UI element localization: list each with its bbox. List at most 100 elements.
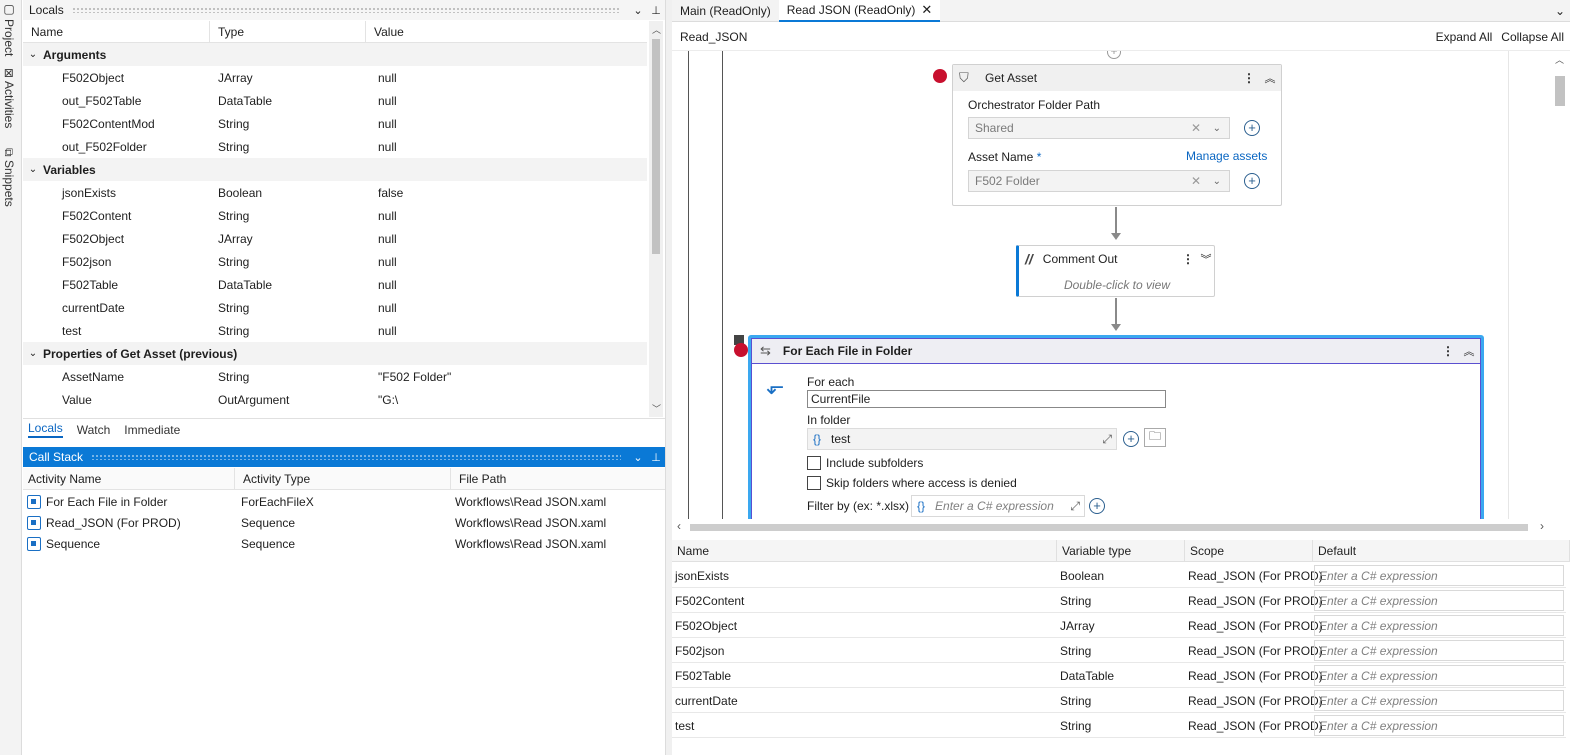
- variable-row[interactable]: jsonExists Boolean Read_JSON (For PROD) Ent…: [672, 563, 1566, 588]
- col-file-path[interactable]: File Path: [451, 468, 665, 489]
- tab-main[interactable]: Main (ReadOnly): [672, 0, 779, 22]
- expand-editor-icon[interactable]: ⤢: [1102, 432, 1112, 447]
- skip-denied-checkbox[interactable]: [807, 476, 821, 490]
- more-options-icon[interactable]: ⋮: [1179, 252, 1197, 266]
- collapse-icon[interactable]: ︽: [1458, 343, 1480, 359]
- scroll-left-icon[interactable]: ‹: [677, 519, 681, 533]
- close-icon[interactable]: ✕: [921, 2, 932, 18]
- pin-icon[interactable]: ⊥: [647, 451, 665, 464]
- tab-project[interactable]: ▢ Project: [2, 2, 16, 56]
- var-default-field[interactable]: Enter a C# expression: [1314, 690, 1564, 711]
- breakpoint-icon[interactable]: [734, 343, 748, 357]
- collapse-all-button[interactable]: Collapse All: [1501, 30, 1564, 44]
- variable-row[interactable]: F502json String Read_JSON (For PROD) Enter …: [672, 638, 1566, 663]
- more-options-icon[interactable]: ⋮: [1239, 71, 1259, 85]
- add-icon[interactable]: +: [1244, 173, 1260, 189]
- tab-read-json[interactable]: Read JSON (ReadOnly) ✕: [778, 0, 941, 22]
- chevron-down-icon[interactable]: ⌄: [23, 348, 43, 359]
- scroll-down-icon[interactable]: ﹀: [652, 402, 661, 415]
- locals-group[interactable]: ⌄ Variables: [23, 158, 647, 181]
- scroll-right-icon[interactable]: ›: [1540, 519, 1544, 533]
- variable-row[interactable]: currentDate String Read_JSON (For PROD) Ent…: [672, 688, 1566, 713]
- variable-row[interactable]: F502Object JArray Read_JSON (For PROD) Ente…: [672, 613, 1566, 638]
- locals-row[interactable]: jsonExists Boolean false: [23, 181, 647, 204]
- add-icon[interactable]: +: [1123, 431, 1139, 447]
- locals-row[interactable]: F502Content String null: [23, 204, 647, 227]
- locals-row[interactable]: F502Object JArray null: [23, 227, 647, 250]
- breakpoint-icon[interactable]: [933, 69, 947, 83]
- add-icon[interactable]: +: [1244, 120, 1260, 136]
- locals-row[interactable]: F502Object JArray null: [23, 66, 647, 89]
- canvas-vscrollbar[interactable]: ︿: [1552, 51, 1568, 519]
- pin-icon[interactable]: ⊥: [647, 4, 665, 17]
- col-type[interactable]: Type: [210, 21, 366, 42]
- var-col-type[interactable]: Variable type: [1057, 540, 1185, 562]
- include-subfolders-checkbox[interactable]: [807, 456, 821, 470]
- callstack-row[interactable]: For Each File in Folder ForEachFileX Workf…: [23, 491, 665, 512]
- locals-scrollbar[interactable]: ︿ ﹀: [649, 21, 663, 417]
- variable-row[interactable]: F502Content String Read_JSON (For PROD) Ent…: [672, 588, 1566, 613]
- chevron-down-icon[interactable]: ⌄: [629, 4, 647, 17]
- var-default-field[interactable]: Enter a C# expression: [1314, 590, 1564, 611]
- get-asset-activity[interactable]: ⛉ Get Asset ⋮ ︽ Orchestrator Folder Path…: [952, 64, 1282, 206]
- locals-group[interactable]: ⌄ Properties of Get Asset (previous): [23, 342, 647, 365]
- breadcrumb-item[interactable]: Read_JSON: [680, 30, 747, 44]
- comment-out-activity[interactable]: // Comment Out ⋮ ︾ Double-click to view: [1016, 245, 1215, 297]
- col-name[interactable]: Name: [23, 21, 210, 42]
- workflow-canvas[interactable]: + ⛉ Get Asset ⋮ ︽ Orchestrator Folder Pa…: [672, 51, 1570, 519]
- var-default-field[interactable]: Enter a C# expression: [1314, 715, 1564, 736]
- browse-folder-button[interactable]: 🗀: [1144, 428, 1166, 447]
- foreach-file-activity[interactable]: ⇆ For Each File in Folder ⋮ ︽ ⬐ For each…: [748, 335, 1484, 519]
- chevron-down-icon[interactable]: ⌄: [23, 164, 43, 175]
- manage-assets-link[interactable]: Manage assets: [1186, 149, 1267, 163]
- scroll-up-icon[interactable]: ︿: [652, 23, 661, 36]
- locals-row[interactable]: F502json String null: [23, 250, 647, 273]
- locals-row[interactable]: out_F502Table DataTable null: [23, 89, 647, 112]
- col-activity-type[interactable]: Activity Type: [235, 468, 451, 489]
- filter-field[interactable]: {} Enter a C# expression ⤢: [911, 495, 1085, 517]
- callstack-row[interactable]: Sequence Sequence Workflows\Read JSON.xaml: [23, 533, 665, 554]
- chevron-down-icon[interactable]: ⌄: [1213, 176, 1221, 187]
- col-activity-name[interactable]: Activity Name: [23, 468, 235, 489]
- more-options-icon[interactable]: ⋮: [1438, 344, 1458, 358]
- var-col-default[interactable]: Default: [1313, 540, 1570, 562]
- splitter[interactable]: [665, 0, 672, 755]
- expand-editor-icon[interactable]: ⤢: [1070, 499, 1080, 514]
- chevron-down-icon[interactable]: ⌄: [1550, 4, 1570, 18]
- folder-path-field[interactable]: Shared ✕ ⌄: [968, 117, 1230, 139]
- tab-locals[interactable]: Locals: [28, 421, 63, 438]
- add-activity-icon[interactable]: +: [1107, 51, 1121, 59]
- var-default-field[interactable]: Enter a C# expression: [1314, 640, 1564, 661]
- callstack-row[interactable]: Read_JSON (For PROD) Sequence Workflows\Re…: [23, 512, 665, 533]
- clear-icon[interactable]: ✕: [1191, 174, 1201, 188]
- locals-row[interactable]: out_F502Folder String null: [23, 135, 647, 158]
- locals-row[interactable]: test String null: [23, 319, 647, 342]
- locals-row[interactable]: AssetName String "F502 Folder": [23, 365, 647, 388]
- in-folder-field[interactable]: {} test ⤢: [807, 428, 1117, 450]
- locals-row[interactable]: F502ContentMod String null: [23, 112, 647, 135]
- tab-snippets[interactable]: ⧉ Snippets: [2, 148, 16, 206]
- asset-name-field[interactable]: F502 Folder ✕ ⌄: [968, 170, 1230, 192]
- locals-group[interactable]: ⌄ Arguments: [23, 43, 647, 66]
- canvas-hscrollbar[interactable]: ‹ ›: [672, 519, 1570, 535]
- col-value[interactable]: Value: [366, 21, 647, 42]
- clear-icon[interactable]: ✕: [1191, 121, 1201, 135]
- var-col-name[interactable]: Name: [672, 540, 1057, 562]
- var-col-scope[interactable]: Scope: [1185, 540, 1313, 562]
- for-each-item-field[interactable]: CurrentFile: [807, 390, 1166, 408]
- chevron-down-icon[interactable]: ⌄: [23, 49, 43, 60]
- variable-row[interactable]: F502Table DataTable Read_JSON (For PROD) En…: [672, 663, 1566, 688]
- scroll-up-icon[interactable]: ︿: [1555, 53, 1564, 66]
- chevron-down-icon[interactable]: ⌄: [1213, 123, 1221, 134]
- expand-icon[interactable]: ︾: [1197, 251, 1215, 267]
- var-default-field[interactable]: Enter a C# expression: [1314, 565, 1564, 586]
- locals-row[interactable]: Value OutArgument "G:\: [23, 388, 647, 411]
- expand-all-button[interactable]: Expand All: [1436, 30, 1493, 44]
- locals-row[interactable]: currentDate String null: [23, 296, 647, 319]
- variable-row[interactable]: test String Read_JSON (For PROD) Enter a C#…: [672, 713, 1566, 738]
- add-icon[interactable]: +: [1089, 498, 1105, 514]
- var-default-field[interactable]: Enter a C# expression: [1314, 665, 1564, 686]
- tab-activities[interactable]: ⊠ Activities: [2, 68, 16, 128]
- tab-watch[interactable]: Watch: [77, 423, 111, 437]
- tab-immediate[interactable]: Immediate: [124, 423, 180, 437]
